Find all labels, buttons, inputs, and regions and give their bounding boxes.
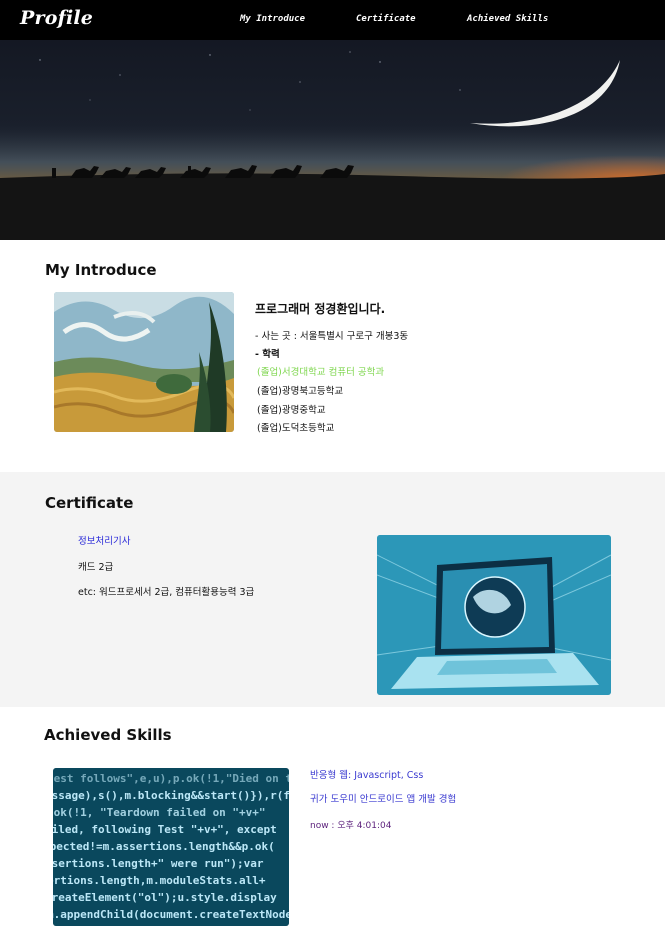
section-title: My Introduce	[45, 261, 157, 279]
time-value: 오후 4:01:04	[337, 821, 392, 831]
certificate-item-cad: 캐드 2급	[78, 562, 114, 573]
intro-high-school: (졸업)광명북고등학교	[257, 386, 344, 397]
intro-university: (졸업)서경대학교 컴퓨터 공학과	[257, 367, 385, 378]
skill-item-responsive-web: 반응형 웹: Javascript, Css	[310, 770, 424, 781]
section-title: Certificate	[45, 494, 134, 512]
intro-address: - 사는 곳 : 서울특별시 구로구 개봉3동	[255, 331, 409, 342]
my-introduce-section: My Introduce 프로그래머 정경환입니다. - 사는 곳 : 서울특별…	[0, 240, 665, 472]
certificate-item-etc: etc: 워드프로세서 2급, 컴퓨터활용능력 3급	[78, 587, 255, 598]
now-label: now :	[310, 821, 338, 831]
top-nav-bar: Profile My Introduce Certificate Achieve…	[0, 0, 665, 40]
intro-education-label: - 학력	[255, 349, 280, 360]
laptop-globe-image	[377, 535, 611, 695]
current-time-clock: now : 오후 4:01:04	[310, 818, 391, 831]
nav-link-certificate[interactable]: Certificate	[356, 14, 416, 24]
nav-link-my-introduce[interactable]: My Introduce	[240, 14, 305, 24]
intro-heading: 프로그래머 정경환입니다.	[255, 302, 386, 316]
intro-elementary-school: (졸업)도덕초등학교	[257, 423, 335, 434]
section-title: Achieved Skills	[44, 726, 172, 744]
certificate-item-info-processing[interactable]: 정보처리기사	[78, 533, 130, 547]
achieved-skills-section: Achieved Skills test follows",e,u),p.ok(…	[0, 707, 665, 938]
nav-link-achieved-skills[interactable]: Achieved Skills	[467, 14, 548, 24]
code-screen-image: test follows",e,u),p.ok(!1,"Died on t es…	[53, 768, 289, 926]
skill-item-android-app: 귀가 도우미 안드로이드 앱 개발 경험	[310, 794, 457, 805]
hero-banner-image	[0, 40, 665, 240]
site-logo[interactable]: Profile	[20, 7, 93, 29]
intro-middle-school: (졸업)광명중학교	[257, 405, 326, 416]
wheat-field-painting-image	[54, 292, 234, 432]
certificate-section: Certificate 정보처리기사 캐드 2급 etc: 워드프로세서 2급,…	[0, 472, 665, 707]
